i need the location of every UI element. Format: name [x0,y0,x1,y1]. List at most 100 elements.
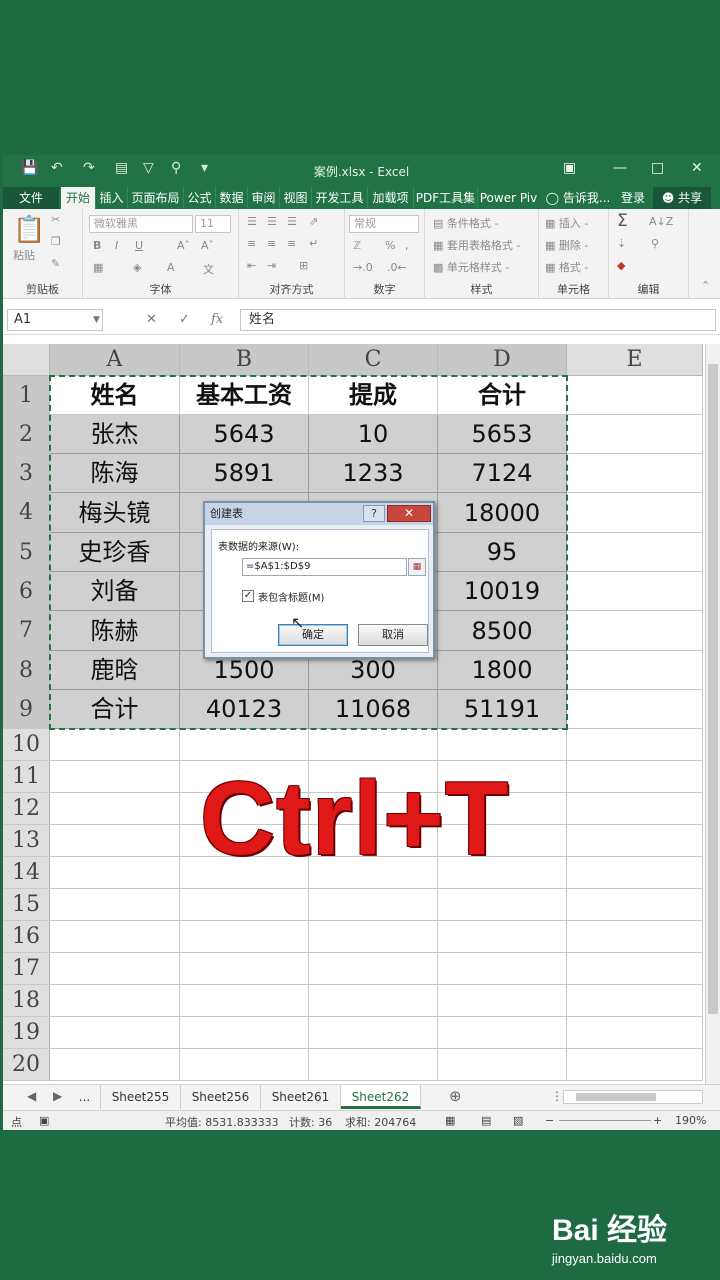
empty-cell[interactable] [567,611,703,651]
table-header-cell[interactable]: 合计 [438,376,567,415]
phonetic-icon[interactable]: 文 [203,261,214,277]
empty-cell[interactable] [567,889,703,921]
bold-icon[interactable]: B [93,239,101,252]
empty-cell[interactable] [438,985,567,1017]
sheet-tab-active[interactable]: Sheet262 [341,1085,421,1109]
ok-button[interactable]: 确定 [278,624,348,646]
confirm-formula-icon[interactable]: ✓ [179,312,190,327]
empty-cell[interactable] [309,729,438,761]
empty-cell[interactable] [180,729,309,761]
column-header-b[interactable]: B [180,344,309,376]
empty-cell[interactable] [567,953,703,985]
zoom-in-icon[interactable]: + [653,1114,662,1127]
paste-label[interactable]: 粘贴 [13,247,35,263]
conditional-format-button[interactable]: ▤ 条件格式 - [433,215,498,231]
border-icon[interactable]: ▦ [93,261,103,274]
tab-power-pivot[interactable]: Power Piv [477,187,539,209]
empty-cell[interactable] [50,857,180,889]
has-headers-checkbox[interactable]: ✓ [242,590,254,602]
increase-decimal-icon[interactable]: →.0 [353,261,373,274]
table-cell[interactable]: 陈赫 [50,611,180,651]
vertical-scrollbar[interactable] [705,344,720,1084]
table-cell[interactable]: 合计 [50,690,180,729]
sort-filter-icon[interactable]: A↓Z [649,215,673,228]
empty-cell[interactable] [567,921,703,953]
font-family-select[interactable]: 微软雅黑 [89,215,193,233]
empty-cell[interactable] [438,889,567,921]
row-header-20[interactable]: 20 [3,1049,50,1081]
zoom-slider[interactable] [559,1120,651,1121]
align-bottom-icon[interactable]: ☰ [287,215,297,228]
empty-cell[interactable] [567,793,703,825]
empty-cell[interactable] [567,825,703,857]
row-header-3[interactable]: 3 [3,454,50,493]
table-cell[interactable]: 张杰 [50,415,180,454]
find-select-icon[interactable]: ⚲ [651,237,659,250]
tell-me-search[interactable]: ◯ 告诉我... [543,187,613,209]
empty-cell[interactable] [309,953,438,985]
empty-cell[interactable] [309,1049,438,1081]
row-header-11[interactable]: 11 [3,761,50,793]
column-header-d[interactable]: D [438,344,567,376]
align-top-icon[interactable]: ☰ [247,215,257,228]
empty-cell[interactable] [50,761,180,793]
comma-icon[interactable]: , [405,239,409,252]
fill-icon[interactable]: ⇣ [617,237,626,250]
column-header-c[interactable]: C [309,344,438,376]
table-cell[interactable]: 8500 [438,611,567,651]
italic-icon[interactable]: I [115,239,118,252]
help-icon[interactable]: ? [363,505,385,522]
close-icon[interactable]: ✕ [691,160,703,176]
empty-cell[interactable] [180,1049,309,1081]
empty-cell[interactable] [50,889,180,921]
row-header-15[interactable]: 15 [3,889,50,921]
sheet-tab[interactable]: Sheet256 [181,1085,261,1109]
decrease-indent-icon[interactable]: ⇤ [247,259,256,272]
tab-file[interactable]: 文件 [3,187,59,209]
table-cell[interactable]: 5653 [438,415,567,454]
empty-cell[interactable] [567,376,703,415]
range-picker-icon[interactable]: ▦ [408,558,426,576]
table-cell[interactable]: 18000 [438,493,567,533]
delete-cells-button[interactable]: ▦ 删除 - [545,237,588,253]
empty-cell[interactable] [180,889,309,921]
cancel-formula-icon[interactable]: ✕ [146,312,157,327]
share-button[interactable]: ☻ 共享 [653,187,711,209]
minimize-icon[interactable]: — [613,160,627,176]
decrease-decimal-icon[interactable]: .0← [387,261,407,274]
format-cells-button[interactable]: ▦ 格式 - [545,259,588,275]
maximize-icon[interactable]: □ [651,160,664,176]
empty-cell[interactable] [50,729,180,761]
currency-icon[interactable]: ℤ [353,239,361,252]
tab-pdf-tools[interactable]: PDF工具集 [413,187,477,209]
empty-cell[interactable] [567,533,703,572]
horizontal-scroll-thumb[interactable] [576,1093,656,1101]
horizontal-scrollbar[interactable] [563,1090,703,1104]
empty-cell[interactable] [438,1049,567,1081]
has-headers-label[interactable]: 表包含标题(M) [258,589,324,604]
wrap-text-icon[interactable]: ↵ [309,237,318,250]
align-left-icon[interactable]: ≡ [247,237,256,250]
login-link[interactable]: 登录 [615,187,651,209]
vertical-scroll-thumb[interactable] [708,364,718,1014]
normal-view-icon[interactable]: ▦ [445,1114,455,1127]
row-header-10[interactable]: 10 [3,729,50,761]
collapse-ribbon-icon[interactable]: ⌃ [701,279,710,292]
dialog-close-icon[interactable]: ✕ [387,505,431,522]
row-header-13[interactable]: 13 [3,825,50,857]
row-header-8[interactable]: 8 [3,651,50,690]
decrease-font-icon[interactable]: Aˇ [201,239,214,252]
name-box[interactable]: A1 [7,309,103,331]
table-cell[interactable]: 40123 [180,690,309,729]
prev-sheet-icon[interactable]: ◀ [27,1089,36,1103]
table-cell[interactable]: 史珍香 [50,533,180,572]
row-header-16[interactable]: 16 [3,921,50,953]
worksheet-grid[interactable]: ABCDE 1 2 3 4 5 6 7 8 9 10 11 12 13 14 15 16 17 18 19 20 姓名… [3,344,720,1084]
ribbon-options-icon[interactable]: ▣ [563,160,576,176]
empty-cell[interactable] [50,825,180,857]
table-cell[interactable]: 11068 [309,690,438,729]
empty-cell[interactable] [567,415,703,454]
empty-cell[interactable] [567,729,703,761]
table-cell[interactable]: 鹿晗 [50,651,180,690]
tab-view[interactable]: 视图 [279,187,311,209]
